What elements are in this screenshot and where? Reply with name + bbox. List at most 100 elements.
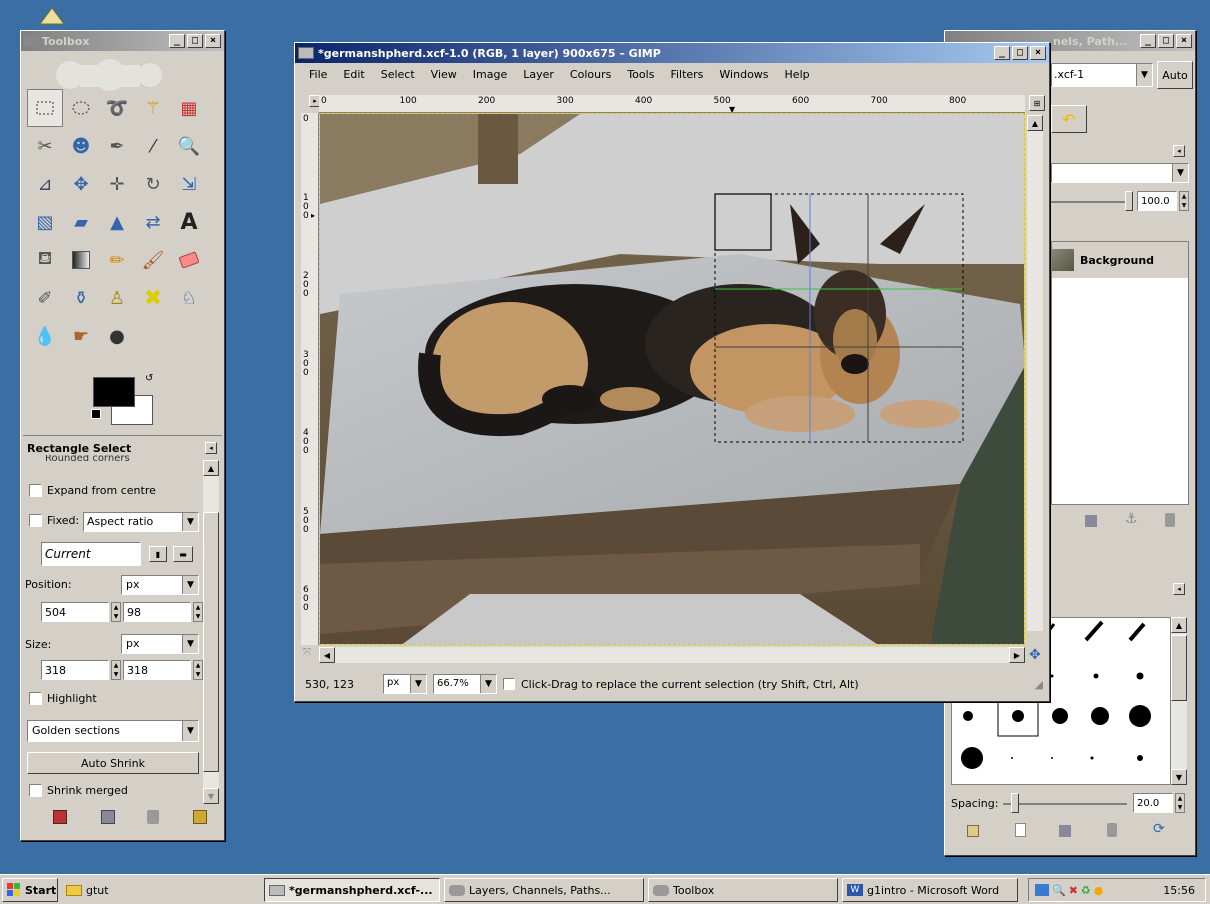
resize-grip-icon[interactable]: ◢ <box>1035 678 1043 691</box>
desktop-icon[interactable] <box>36 4 66 26</box>
perspective-clone-tool[interactable]: ♘ <box>171 279 207 317</box>
fixed-checkbox[interactable] <box>29 514 42 527</box>
minimize-button[interactable]: _ <box>1140 34 1156 48</box>
brushes-scrollbar[interactable] <box>1171 633 1187 769</box>
horizontal-ruler[interactable]: ▼ 0 100 200 300 400 500 600 700 800 <box>319 95 1025 113</box>
menu-windows[interactable]: Windows <box>719 68 768 81</box>
update-icon[interactable]: ♻ <box>1081 884 1091 897</box>
position-x-spinner[interactable]: ▲ ▼ <box>111 602 121 622</box>
task-layers[interactable]: Layers, Channels, Paths... <box>444 878 644 902</box>
vertical-ruler[interactable]: ▸ 0 100 200 300 400 500 600 <box>301 113 319 645</box>
rotate-tool[interactable]: ↻ <box>135 165 171 203</box>
image-titlebar[interactable]: *germanshpherd.xcf-1.0 (RGB, 1 layer) 90… <box>295 43 1049 63</box>
menu-view[interactable]: View <box>431 68 457 81</box>
measure-tool[interactable]: ⊿ <box>27 165 63 203</box>
brushes-scroll-up[interactable]: ▲ <box>1171 617 1187 633</box>
guides-dropdown[interactable]: Golden sections ▼ <box>27 720 199 742</box>
lasso-tool[interactable]: ➰ <box>99 89 135 127</box>
blur-tool[interactable]: 💧 <box>27 317 63 355</box>
search-icon[interactable]: 🔍 <box>1052 884 1066 897</box>
menu-edit[interactable]: Edit <box>343 68 364 81</box>
brushes-scroll-down[interactable]: ▼ <box>1171 769 1187 785</box>
rounded-corners-option[interactable]: Rounded corners <box>29 455 130 463</box>
delete-layer-icon[interactable] <box>1165 513 1175 527</box>
new-brush-icon[interactable] <box>1015 823 1026 837</box>
shrink-merged-checkbox[interactable] <box>29 784 42 797</box>
unit-dropdown[interactable]: px ▼ <box>383 674 427 694</box>
foreground-select-tool[interactable]: ☻ <box>63 127 99 165</box>
spacing-slider[interactable] <box>1003 803 1127 805</box>
network-icon[interactable] <box>1035 884 1049 896</box>
position-y-input[interactable]: 98 <box>123 602 191 622</box>
brushes-menu-button[interactable]: ◂ <box>1173 583 1185 595</box>
menu-file[interactable]: File <box>309 68 327 81</box>
paintbrush-tool[interactable]: 🖌 <box>135 241 171 279</box>
image-canvas[interactable] <box>319 113 1025 645</box>
move-tool[interactable]: ✥ <box>63 165 99 203</box>
scale-tool[interactable]: ⇲ <box>171 165 207 203</box>
dock-menu-button[interactable]: ◂ <box>1173 145 1185 157</box>
zoom-corner-icon[interactable]: ⤧ <box>303 647 311 658</box>
crop-tool[interactable]: ✛ <box>99 165 135 203</box>
scroll-up-button[interactable]: ▲ <box>203 460 219 476</box>
position-unit-dropdown[interactable]: px ▼ <box>121 575 199 595</box>
select-by-color-tool[interactable]: ▦ <box>171 89 207 127</box>
aspect-current-field[interactable]: Current <box>41 542 141 566</box>
pencil-tool[interactable]: ✏ <box>99 241 135 279</box>
size-w-spinner[interactable]: ▲ ▼ <box>111 660 121 680</box>
zoom-tool[interactable]: 🔍 <box>171 127 207 165</box>
menu-tools[interactable]: Tools <box>627 68 654 81</box>
menu-select[interactable]: Select <box>381 68 415 81</box>
ink-tool[interactable]: ⚱ <box>63 279 99 317</box>
scroll-down-button[interactable]: ▼ <box>203 788 219 804</box>
menu-colours[interactable]: Colours <box>570 68 611 81</box>
text-tool[interactable]: A <box>171 203 207 241</box>
clone-tool[interactable]: ♙ <box>99 279 135 317</box>
foreground-color-swatch[interactable] <box>93 377 135 407</box>
navigation-icon[interactable]: ✥ <box>1029 647 1041 663</box>
opacity-slider-handle[interactable] <box>1125 191 1133 211</box>
volume-icon[interactable]: ● <box>1094 884 1104 897</box>
menu-filters[interactable]: Filters <box>670 68 703 81</box>
duplicate-layer-icon[interactable] <box>1085 515 1097 527</box>
close-button[interactable]: × <box>1176 34 1192 48</box>
reset-options-icon[interactable] <box>193 810 207 824</box>
perspective-tool[interactable]: ▰ <box>63 203 99 241</box>
auto-button[interactable]: Auto <box>1157 61 1193 89</box>
edit-brush-icon[interactable] <box>967 825 979 837</box>
security-icon[interactable]: ✖ <box>1069 884 1078 897</box>
fuzzy-select-tool[interactable]: ⚚ <box>135 89 171 127</box>
rect-select-tool[interactable] <box>27 89 63 127</box>
canvas-scroll-right[interactable]: ▶ <box>1009 647 1025 663</box>
smudge-tool[interactable]: ☛ <box>63 317 99 355</box>
expand-from-centre-option[interactable]: Expand from centre <box>29 484 156 497</box>
airbrush-tool[interactable]: ✐ <box>27 279 63 317</box>
scissors-tool[interactable]: ✂ <box>27 127 63 165</box>
size-h-spinner[interactable]: ▲ ▼ <box>193 660 203 680</box>
duplicate-brush-icon[interactable] <box>1059 825 1071 837</box>
landscape-button[interactable]: ▬ <box>173 546 193 562</box>
delete-options-icon[interactable] <box>147 810 159 824</box>
start-button[interactable]: Start <box>2 878 58 902</box>
task-germanshpherd[interactable]: *germanshpherd.xcf-... <box>264 878 440 902</box>
restore-options-icon[interactable] <box>101 810 115 824</box>
layer-row[interactable]: Background <box>1052 242 1188 278</box>
size-h-input[interactable]: 318 <box>123 660 191 680</box>
maximize-button[interactable]: □ <box>1012 46 1028 60</box>
perspective2-tool[interactable]: ▲ <box>99 203 135 241</box>
canvas-scroll-up[interactable]: ▲ <box>1027 115 1043 131</box>
highlight-option[interactable]: Highlight <box>29 692 97 705</box>
vertical-scrollbar[interactable] <box>1027 131 1043 631</box>
dodge-burn-tool[interactable]: ● <box>99 317 135 355</box>
spacing-input[interactable]: 20.0 <box>1133 793 1173 813</box>
minimize-button[interactable]: _ <box>994 46 1010 60</box>
save-options-icon[interactable] <box>53 810 67 824</box>
size-w-input[interactable]: 318 <box>41 660 109 680</box>
canvas-scroll-left[interactable]: ◀ <box>319 647 335 663</box>
zoom-dropdown[interactable]: 66.7% ▼ <box>433 674 497 694</box>
default-colors-icon[interactable] <box>91 409 101 419</box>
opacity-slider[interactable] <box>1051 201 1131 203</box>
position-y-spinner[interactable]: ▲ ▼ <box>193 602 203 622</box>
anchor-layer-icon[interactable]: ⚓ <box>1125 511 1138 527</box>
delete-brush-icon[interactable] <box>1107 823 1117 837</box>
